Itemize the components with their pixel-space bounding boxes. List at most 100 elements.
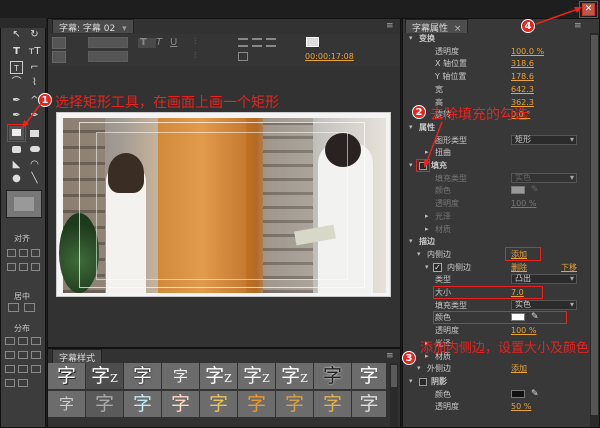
- style-swatch[interactable]: 字Z: [86, 363, 123, 389]
- center-buttons[interactable]: [8, 303, 40, 313]
- prop-row[interactable]: 透明度 100 %: [403, 198, 589, 209]
- prop-row[interactable]: ▾ 内侧边 添加: [403, 246, 589, 261]
- arc-tool-icon[interactable]: ◠: [28, 158, 41, 171]
- prop-value[interactable]: 50 %: [511, 401, 531, 412]
- prop-row[interactable]: 填充类型 实色: [403, 172, 589, 184]
- style-swatch[interactable]: 字: [86, 391, 123, 417]
- prop-row[interactable]: 透明度 50 %: [403, 401, 589, 412]
- style-swatch[interactable]: 字: [124, 391, 161, 417]
- vertical-path-tool-icon[interactable]: ⌇: [28, 76, 41, 89]
- style-swatch[interactable]: 字: [162, 391, 199, 417]
- style-swatch[interactable]: 字: [48, 391, 85, 417]
- selection-tool-icon[interactable]: ↖: [10, 28, 23, 41]
- prop-value[interactable]: 100 %: [511, 198, 536, 209]
- prop-row[interactable]: 颜色 ✎: [403, 389, 589, 400]
- inner-stroke-checkbox[interactable]: ✓: [433, 262, 442, 272]
- title-panel-tab[interactable]: 字幕: 字幕 02 ▾: [52, 19, 134, 34]
- toolbar-button-2[interactable]: [52, 51, 66, 63]
- align-center-icon[interactable]: [252, 38, 262, 47]
- style-swatch[interactable]: 字: [238, 391, 275, 417]
- bold-icon[interactable]: T: [140, 37, 147, 48]
- prop-row[interactable]: ▸ 材质: [403, 224, 589, 235]
- styles-scrollbar[interactable]: [390, 363, 398, 427]
- delete-stroke-link[interactable]: 删除: [511, 262, 527, 273]
- prop-row[interactable]: 类型 凸出: [403, 274, 589, 285]
- style-swatch[interactable]: 字Z: [238, 363, 275, 389]
- prop-value[interactable]: 100 %: [511, 325, 536, 336]
- prop-row[interactable]: Y 轴位置 178.6: [403, 71, 589, 82]
- panel-menu-icon[interactable]: ≡: [386, 21, 394, 31]
- prop-dropdown[interactable]: 矩形: [511, 134, 577, 145]
- color-swatch[interactable]: [511, 186, 525, 195]
- prop-row[interactable]: X 轴位置 318.6: [403, 58, 589, 69]
- style-swatch[interactable]: 字: [276, 391, 313, 417]
- show-video-icon[interactable]: [306, 37, 319, 47]
- prop-row[interactable]: ▸ 光泽: [403, 211, 589, 222]
- prop-row[interactable]: 大小 7.0: [403, 286, 589, 299]
- style-swatch[interactable]: 字Z: [200, 363, 237, 389]
- area-type-tool-icon[interactable]: T: [10, 61, 23, 74]
- expand-triangle-icon[interactable]: ▾: [409, 236, 413, 247]
- rounded-rectangle-icon[interactable]: [10, 143, 23, 156]
- prop-row[interactable]: 颜色 ✎: [403, 185, 589, 196]
- distribute-buttons[interactable]: [5, 337, 43, 397]
- color-swatch[interactable]: [511, 389, 525, 398]
- font-style-dropdown[interactable]: [88, 51, 128, 62]
- collapse-triangle-icon[interactable]: ▸: [425, 211, 429, 222]
- title-styles-tab[interactable]: 字幕样式: [52, 349, 103, 364]
- style-swatch[interactable]: 字: [162, 363, 199, 389]
- kerning-icon[interactable]: ⫶: [194, 51, 196, 61]
- expand-triangle-icon[interactable]: ▾: [409, 33, 413, 44]
- title-properties-tab[interactable]: 字幕属性 ×: [405, 19, 469, 34]
- wedge-tool-icon[interactable]: ◣: [10, 158, 23, 171]
- leading-icon[interactable]: ⫶: [194, 37, 196, 47]
- prop-row[interactable]: 宽 642.3: [403, 84, 589, 95]
- prop-value[interactable]: 642.3: [511, 84, 534, 95]
- prop-value[interactable]: 178.6: [511, 71, 534, 82]
- prop-row[interactable]: 颜色 ✎: [403, 311, 589, 325]
- line-tool-icon[interactable]: ╲: [28, 172, 41, 185]
- expand-triangle-icon[interactable]: ▾: [409, 160, 413, 171]
- path-type-tool-icon[interactable]: ⌐: [28, 61, 41, 74]
- vertical-type-tool-icon[interactable]: ᴛT: [28, 45, 41, 58]
- type-tool-icon[interactable]: T: [10, 45, 23, 58]
- shadow-checkbox[interactable]: [419, 377, 427, 386]
- style-swatch[interactable]: 字: [314, 391, 351, 417]
- underline-icon[interactable]: U: [170, 37, 177, 48]
- prop-row[interactable]: ▾ 描边: [403, 236, 589, 247]
- prop-row[interactable]: ▾ 外侧边 添加: [403, 363, 589, 374]
- prop-row[interactable]: 透明度 100 %: [403, 325, 589, 336]
- style-swatch[interactable]: 字: [48, 363, 85, 389]
- toolbar-button-1[interactable]: [52, 37, 66, 49]
- font-family-dropdown[interactable]: [88, 37, 128, 48]
- collapse-triangle-icon[interactable]: ▸: [425, 224, 429, 235]
- style-swatch[interactable]: 字Z: [276, 363, 313, 389]
- tab-stops-icon[interactable]: [238, 52, 248, 61]
- timecode[interactable]: 00:00:17:08: [305, 52, 354, 61]
- styles-panel-menu-icon[interactable]: ≡: [386, 351, 394, 361]
- prop-row[interactable]: ▾ 变换: [403, 33, 589, 44]
- align-buttons[interactable]: [6, 247, 42, 281]
- prop-dropdown[interactable]: 凸出: [511, 274, 577, 285]
- style-swatch[interactable]: 字: [352, 391, 386, 417]
- italic-icon[interactable]: T: [156, 37, 162, 48]
- move-down-link[interactable]: 下移: [561, 262, 577, 273]
- tab-dropdown-icon[interactable]: ▾: [122, 24, 127, 34]
- prop-row[interactable]: 透明度 100.0 %: [403, 46, 589, 57]
- style-swatch[interactable]: 字: [352, 363, 386, 389]
- style-swatch[interactable]: 字: [200, 391, 237, 417]
- ellipse-tool-icon[interactable]: ●: [10, 172, 23, 185]
- rotate-tool-icon[interactable]: ↻: [28, 28, 41, 41]
- prop-row[interactable]: ✓ ▾ 内侧边 删除 下移: [403, 262, 589, 273]
- path-tool-icon[interactable]: ⌒: [10, 76, 23, 89]
- prop-row[interactable]: ▾ 阴影: [403, 376, 589, 387]
- prop-dropdown[interactable]: 实色: [511, 299, 577, 310]
- add-stroke-link[interactable]: 添加: [511, 363, 527, 374]
- align-left-icon[interactable]: [238, 38, 248, 47]
- style-swatch[interactable]: 字: [314, 363, 351, 389]
- props-scrollbar[interactable]: [590, 33, 599, 427]
- rounded-corner-rect-icon[interactable]: [28, 143, 41, 156]
- prop-dropdown[interactable]: 实色: [511, 172, 577, 183]
- align-right-icon[interactable]: [266, 38, 276, 47]
- style-swatch[interactable]: 字: [124, 363, 161, 389]
